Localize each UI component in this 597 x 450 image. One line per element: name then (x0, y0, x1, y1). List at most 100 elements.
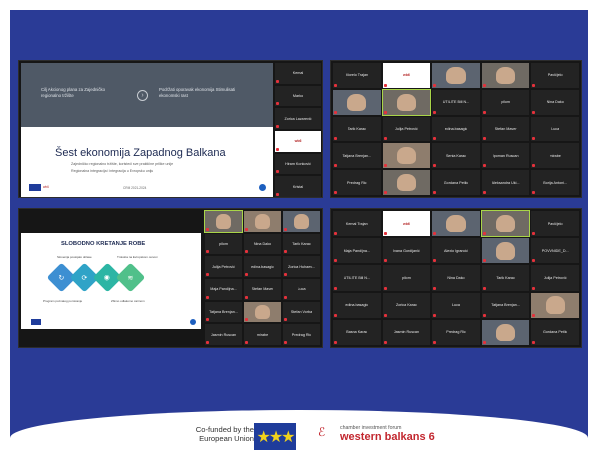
participant-tile[interactable]: edina.basagic (333, 292, 381, 318)
participant-tile[interactable]: Nina Dako (244, 233, 281, 255)
participant-tile[interactable]: Julija Petrović (205, 256, 242, 277)
participant-name: Maja Pandijna... (343, 248, 371, 253)
participant-name: Predrag Ric (291, 332, 312, 337)
participant-tile[interactable] (382, 143, 431, 169)
participant-tile[interactable]: Julija Petrović (382, 116, 431, 142)
participant-tile[interactable] (333, 89, 381, 115)
participant-tile[interactable]: UTILITE Bill N... (432, 89, 480, 115)
participant-tile[interactable]: Basna Karac (333, 319, 381, 345)
mic-muted-icon (383, 313, 387, 317)
participant-tile[interactable]: Predrag Ric (283, 324, 320, 345)
participant-tile[interactable] (381, 88, 432, 116)
mic-muted-icon (433, 232, 437, 236)
participant-tile[interactable]: Stefan Maver (481, 116, 530, 142)
participant-tile[interactable]: Hiram Konković (275, 153, 321, 175)
participant-tile[interactable]: Luca (283, 278, 320, 300)
participant-tile[interactable]: wb6 (382, 63, 431, 88)
mic-muted-icon (532, 110, 536, 114)
participant-tile[interactable]: edina.basagic (244, 256, 281, 277)
participant-tile[interactable]: Stefan Maver (244, 278, 281, 300)
participant-tile[interactable]: Borija Antoni... (531, 170, 579, 195)
mic-muted-icon (334, 259, 337, 263)
participant-tile[interactable]: Tarik Karac (283, 233, 320, 255)
participant-tile[interactable]: Jasmin Ruscan (205, 324, 242, 345)
participant-tile[interactable]: Predrag Ric (333, 170, 381, 195)
participant-tile[interactable]: pilom (205, 233, 242, 255)
participant-tile[interactable]: mirabe (531, 143, 579, 169)
participant-tile[interactable]: Pavičjelo (531, 211, 579, 237)
participant-tile[interactable] (481, 319, 530, 345)
participant-tile[interactable] (531, 292, 579, 318)
participant-tile[interactable]: Nina Dako (531, 89, 579, 115)
participant-name: Tarik Karac (347, 126, 367, 131)
mic-muted-icon (276, 192, 279, 196)
participant-tile[interactable]: Luca (432, 292, 480, 318)
participant-tile[interactable]: pilom (481, 89, 530, 115)
participant-tile[interactable]: Kemal Trajan (333, 211, 381, 237)
participant-tile[interactable]: Kristal (275, 176, 321, 197)
participant-tile[interactable] (382, 170, 431, 195)
participant-tile[interactable]: wb6 (382, 211, 431, 237)
mic-muted-icon (284, 318, 287, 322)
cofunded-text: Co-funded by the European Union (195, 425, 254, 443)
participant-tile[interactable]: pilom (382, 265, 431, 291)
mic-muted-icon (433, 286, 437, 290)
participant-tile[interactable]: Julija Petrović (531, 265, 579, 291)
participant-tile[interactable]: UTILITE Bill N... (333, 265, 381, 291)
participant-tile[interactable]: Zorica Karac (382, 292, 431, 318)
participant-tile[interactable]: mirabe (244, 324, 281, 345)
participant-tile[interactable]: Predrag Ric (432, 319, 480, 345)
participant-tile[interactable]: Luca (531, 116, 579, 142)
participant-tile[interactable]: Marko (275, 85, 321, 107)
mic-muted-icon (482, 341, 486, 344)
participant-tile[interactable] (432, 211, 480, 237)
participant-tile[interactable] (244, 301, 281, 323)
participant-tile[interactable]: Jasmin Ruscan (382, 319, 431, 345)
participant-tile[interactable]: Tatjana Brenjan... (333, 143, 381, 169)
participant-tile[interactable]: Alexio Igrancić (432, 238, 480, 264)
participant-tile[interactable] (204, 210, 243, 233)
participant-tile[interactable]: Kemal (275, 63, 321, 84)
participant-tile[interactable]: Nina Dako (432, 265, 480, 291)
participant-tile[interactable]: Zorica Huhaev... (283, 256, 320, 277)
participant-tile[interactable]: Tarik Karac (481, 265, 530, 291)
participant-tile[interactable]: POVVNIDE_D... (531, 238, 579, 264)
eu-flag-icon (31, 319, 41, 325)
mic-muted-icon (532, 341, 536, 344)
participant-tile[interactable]: Gordana Petlic (432, 170, 480, 195)
participant-tile[interactable]: Ipoman Ruscan (481, 143, 530, 169)
participant-tile[interactable] (481, 238, 530, 264)
participant-tile[interactable]: Pavičjelo (531, 63, 579, 88)
participant-tile[interactable]: Maja Pandijna... (333, 238, 381, 264)
participant-name: Zorica Huhaev... (288, 264, 315, 269)
participant-tile[interactable] (244, 211, 281, 232)
participant-name: pilom (501, 100, 510, 105)
participant-tile[interactable] (283, 211, 320, 232)
participant-tile[interactable]: Morelo Trajan (333, 63, 381, 88)
participant-tile[interactable]: edina.basagic (432, 116, 480, 142)
participant-tile[interactable]: Tarik Karac (333, 116, 381, 142)
participant-tile[interactable]: Stefan Vorba (283, 301, 320, 323)
participant-tile[interactable] (432, 63, 480, 88)
mic-muted-icon (276, 79, 279, 83)
participant-tile[interactable] (480, 209, 531, 238)
chevron-right-icon: › (137, 90, 148, 101)
participant-tile[interactable]: Zorica Lazarević (275, 108, 321, 129)
participant-tile[interactable] (481, 63, 530, 88)
participant-tile[interactable]: Ivana Gordijanić (382, 238, 431, 264)
participant-name: Julija Petrović (543, 275, 567, 280)
participant-tile[interactable]: wb6 (275, 130, 321, 152)
mic-muted-icon (206, 340, 209, 344)
slide-header: Cilj Akcionog plana za Zajedničko region… (21, 63, 273, 127)
participant-tile[interactable]: Aleksandra Uki... (481, 170, 530, 195)
participant-video (294, 214, 309, 229)
mic-muted-icon (433, 341, 437, 344)
participant-tile[interactable]: Tatjana Brenjan... (205, 301, 242, 323)
mic-muted-icon (482, 313, 486, 317)
participant-tile[interactable]: Senia Karac (432, 143, 480, 169)
mic-muted-icon (532, 137, 536, 141)
participant-tile[interactable]: Tatjana Brenjan... (481, 292, 530, 318)
meeting-panel-1: Cilj Akcionog plana za Zajedničko region… (18, 60, 323, 198)
participant-tile[interactable]: Gordana Petlic (531, 319, 579, 345)
participant-tile[interactable]: Maja Pandijna... (205, 278, 242, 300)
